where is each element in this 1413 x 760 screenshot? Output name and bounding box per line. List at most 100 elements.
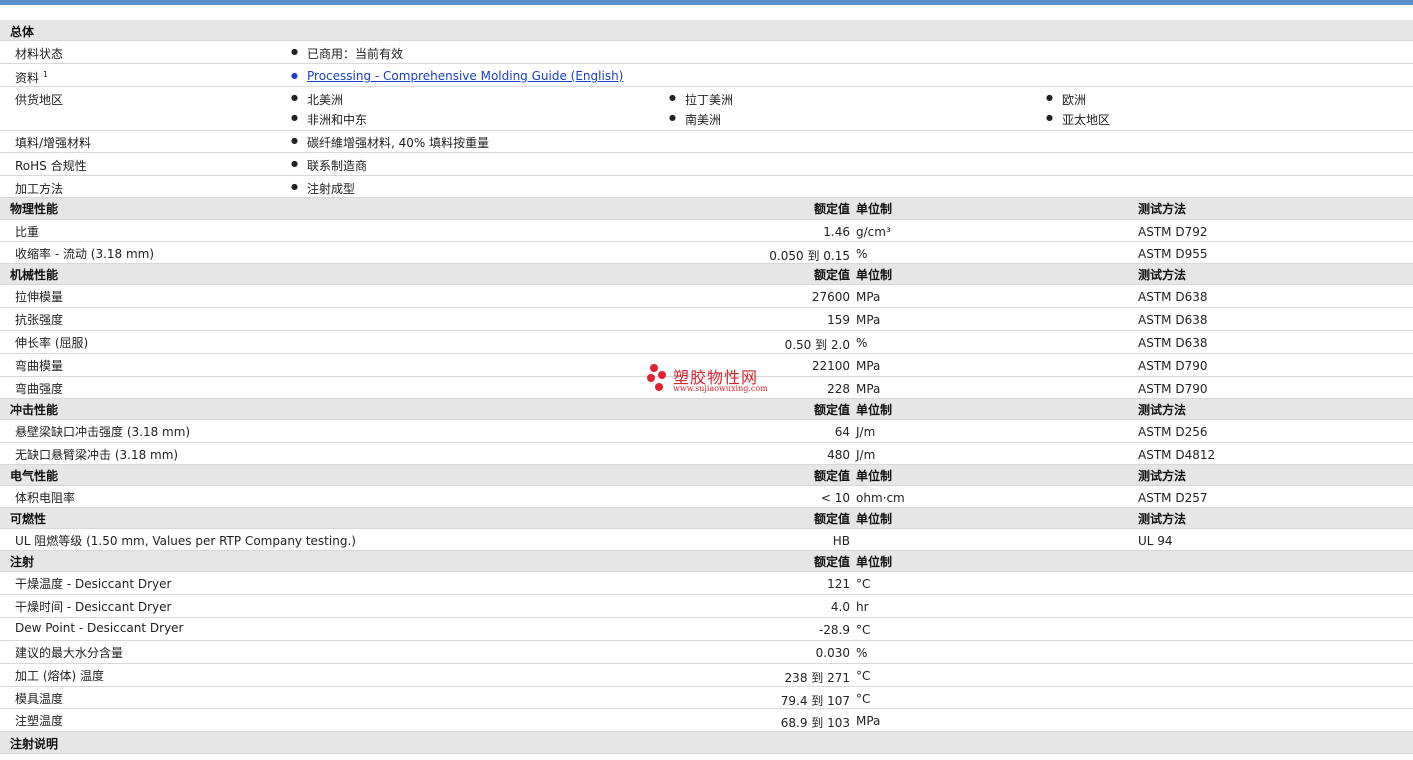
property-unit: MPa bbox=[856, 290, 881, 304]
property-row: 建议的最大水分含量 0.030% bbox=[0, 641, 1413, 664]
property-value: 159 bbox=[827, 313, 850, 327]
property-value: 238 到 271 bbox=[784, 671, 850, 685]
column-header-unit: 单位制 bbox=[856, 512, 893, 526]
property-row: 拉伸模量 27600 MPa ASTM D638 bbox=[0, 285, 1413, 308]
section-title: 注射说明 bbox=[10, 737, 59, 751]
logo-dot bbox=[647, 374, 655, 382]
column-header-unit: 单位制 bbox=[856, 555, 893, 569]
property-value: 1.46 bbox=[823, 225, 850, 239]
property-test-method: ASTM D792 bbox=[1138, 225, 1208, 239]
row-label: 填料/增强材料 bbox=[15, 136, 92, 150]
column-header-value: 额定值 bbox=[813, 403, 850, 417]
property-unit: % bbox=[856, 646, 868, 660]
property-test-method: ASTM D4812 bbox=[1138, 448, 1216, 462]
property-value: 228 bbox=[827, 382, 850, 396]
row-supply-regions: 供货地区 北美洲 拉丁美洲 欧洲 非洲和中东 南美洲 亚太地区 bbox=[0, 87, 1413, 131]
property-name: 体积电阻率 bbox=[15, 491, 76, 505]
watermark-logo: 塑胶物性网 www.sujiaowuxing.com bbox=[645, 362, 785, 396]
property-value: 68.9 到 103 bbox=[780, 716, 850, 730]
property-unit: °C bbox=[856, 577, 871, 591]
column-header-unit: 单位制 bbox=[856, 403, 893, 417]
column-header-unit: 单位制 bbox=[856, 469, 893, 483]
watermark-url: www.sujiaowuxing.com bbox=[673, 384, 768, 393]
property-row: 注塑温度 68.9 到 103 MPa bbox=[0, 709, 1413, 732]
property-row: 比重 1.46 g/cm³ ASTM D792 bbox=[0, 220, 1413, 242]
column-header-test: 测试方法 bbox=[1138, 512, 1187, 526]
logo-dot bbox=[655, 383, 663, 391]
property-unit: MPa bbox=[856, 382, 881, 396]
property-name: 收缩率 - 流动 (3.18 mm) bbox=[15, 247, 155, 261]
property-value: 480 bbox=[827, 448, 850, 462]
property-row: 模具温度 79.4 到 107 °C bbox=[0, 687, 1413, 709]
section-header: 注射 额定值 单位制 bbox=[0, 551, 1413, 572]
region-item: 欧洲 bbox=[1046, 91, 1086, 108]
property-name: Dew Point - Desiccant Dryer bbox=[15, 621, 184, 635]
column-header-test: 测试方法 bbox=[1138, 403, 1187, 417]
property-value: 121 bbox=[827, 577, 850, 591]
section-title: 机械性能 bbox=[10, 268, 59, 282]
logo-dot bbox=[650, 364, 658, 372]
property-unit: MPa bbox=[856, 313, 881, 327]
property-row: 无缺口悬臂梁冲击 (3.18 mm) 480 J/m ASTM D4812 bbox=[0, 443, 1413, 465]
region-item: 南美洲 bbox=[669, 111, 721, 128]
property-name: 伸长率 (屈服) bbox=[15, 336, 89, 350]
row-label: 材料状态 bbox=[15, 47, 64, 61]
process-value: 注射成型 bbox=[291, 180, 355, 197]
property-row: 体积电阻率 < 10 ohm·cm ASTM D257 bbox=[0, 486, 1413, 508]
property-unit: % bbox=[856, 336, 868, 350]
row-documents: 资料 1 Processing - Comprehensive Molding … bbox=[0, 64, 1413, 87]
property-test-method: ASTM D256 bbox=[1138, 425, 1208, 439]
row-filler: 填料/增强材料 碳纤維增强材料, 40% 填料按重量 bbox=[0, 131, 1413, 153]
property-value: -28.9 bbox=[818, 623, 850, 637]
property-value: 64 bbox=[834, 425, 850, 439]
logo-dot bbox=[658, 371, 666, 379]
section-title: 可燃性 bbox=[10, 512, 47, 526]
column-header-value: 额定值 bbox=[813, 555, 850, 569]
row-label: 加工方法 bbox=[15, 182, 64, 196]
row-rohs: RoHS 合规性 联系制造商 bbox=[0, 153, 1413, 176]
property-unit: ohm·cm bbox=[856, 491, 905, 505]
property-test-method: UL 94 bbox=[1138, 534, 1173, 548]
status-value: 已商用：当前有效 bbox=[291, 45, 403, 62]
property-name: 建议的最大水分含量 bbox=[15, 646, 124, 660]
property-unit: g/cm³ bbox=[856, 225, 891, 239]
section-header-notes: 注射说明 bbox=[0, 732, 1413, 754]
region-item: 亚太地区 bbox=[1046, 111, 1110, 128]
section-title: 注射 bbox=[10, 555, 35, 569]
property-name: 抗张强度 bbox=[15, 313, 64, 327]
property-test-method: ASTM D638 bbox=[1138, 313, 1208, 327]
property-unit: MPa bbox=[856, 714, 881, 728]
property-unit: °C bbox=[856, 623, 871, 637]
section-header: 可燃性 额定值 单位制 测试方法 bbox=[0, 508, 1413, 529]
property-test-method: ASTM D638 bbox=[1138, 290, 1208, 304]
property-value: 4.0 bbox=[830, 600, 850, 614]
section-header-general: 总体 bbox=[0, 20, 1413, 41]
property-test-method: ASTM D638 bbox=[1138, 336, 1208, 350]
column-header-unit: 单位制 bbox=[856, 202, 893, 216]
property-test-method: ASTM D257 bbox=[1138, 491, 1208, 505]
property-value: 27600 bbox=[811, 290, 850, 304]
property-name: UL 阻燃等级 (1.50 mm, Values per RTP Company… bbox=[15, 534, 356, 548]
filler-value: 碳纤維增强材料, 40% 填料按重量 bbox=[291, 134, 489, 151]
property-test-method: ASTM D790 bbox=[1138, 359, 1208, 373]
section-header: 电气性能 额定值 单位制 测试方法 bbox=[0, 465, 1413, 486]
row-material-status: 材料状态 已商用：当前有效 bbox=[0, 41, 1413, 64]
property-unit: % bbox=[856, 247, 868, 261]
column-header-test: 测试方法 bbox=[1138, 202, 1187, 216]
property-row: 干燥时间 - Desiccant Dryer 4.0 hr bbox=[0, 595, 1413, 618]
column-header-test: 测试方法 bbox=[1138, 469, 1187, 483]
property-row: Dew Point - Desiccant Dryer -28.9 °C bbox=[0, 618, 1413, 641]
column-header-test: 测试方法 bbox=[1138, 268, 1187, 282]
column-header-unit: 单位制 bbox=[856, 268, 893, 282]
property-name: 悬壁梁缺口冲击强度 (3.18 mm) bbox=[15, 425, 191, 439]
property-row: 悬壁梁缺口冲击强度 (3.18 mm) 64 J/m ASTM D256 bbox=[0, 420, 1413, 443]
column-header-value: 额定值 bbox=[813, 268, 850, 282]
section-header: 冲击性能 额定值 单位制 测试方法 bbox=[0, 399, 1413, 420]
property-unit: °C bbox=[856, 692, 871, 706]
section-title: 总体 bbox=[10, 25, 35, 39]
property-row: 抗张强度 159 MPa ASTM D638 bbox=[0, 308, 1413, 331]
property-row: UL 阻燃等级 (1.50 mm, Values per RTP Company… bbox=[0, 529, 1413, 551]
processing-guide-link[interactable]: Processing - Comprehensive Molding Guide… bbox=[291, 69, 623, 83]
property-name: 模具温度 bbox=[15, 692, 64, 706]
footnote-marker: 1 bbox=[42, 70, 48, 79]
